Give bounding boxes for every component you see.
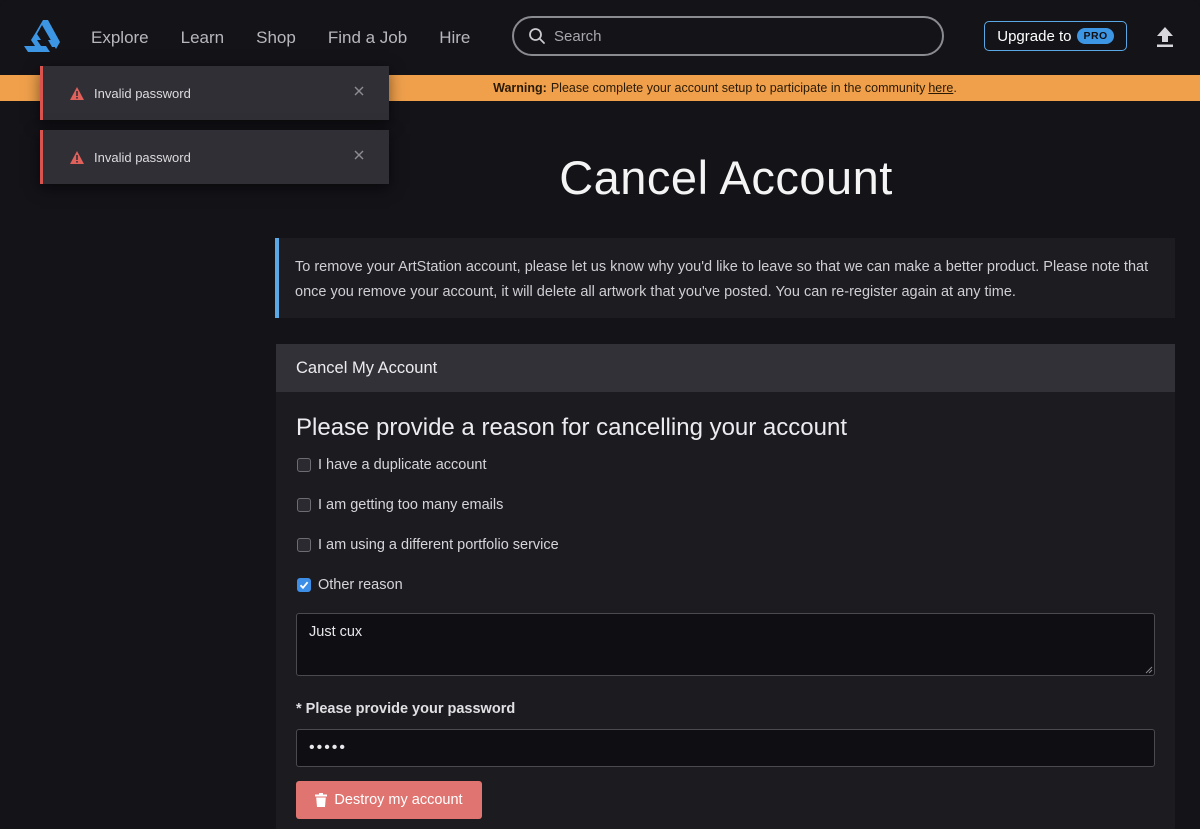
destroy-account-button[interactable]: Destroy my account	[296, 781, 482, 819]
app-frame: Explore Learn Shop Find a Job Hire Upgra…	[0, 0, 1200, 829]
reason-other[interactable]: Other reason	[297, 577, 403, 593]
reason-label: I have a duplicate account	[318, 457, 487, 473]
reason-different-portfolio-service[interactable]: I am using a different portfolio service	[297, 537, 559, 553]
resize-grip-icon[interactable]	[1145, 666, 1153, 674]
cancel-account-panel: Cancel My Account Please provide a reaso…	[276, 344, 1175, 829]
reason-duplicate-account[interactable]: I have a duplicate account	[297, 457, 486, 473]
toast-message: Invalid password	[94, 85, 191, 101]
password-label: * Please provide your password	[296, 701, 516, 717]
upload-icon[interactable]	[1155, 26, 1175, 48]
toast-message: Invalid password	[94, 149, 191, 165]
pro-badge: PRO	[1077, 28, 1114, 44]
password-field[interactable]	[296, 729, 1155, 767]
checkbox[interactable]	[297, 538, 311, 552]
warning-triangle-icon	[70, 150, 84, 164]
warning-triangle-icon	[70, 86, 84, 100]
search-box[interactable]	[512, 16, 944, 56]
other-reason-textarea[interactable]: Just cux	[296, 613, 1155, 676]
search-icon	[529, 28, 545, 44]
checkbox-checked[interactable]	[297, 578, 311, 592]
artstation-logo-icon[interactable]	[24, 20, 60, 52]
search-input[interactable]	[554, 27, 934, 45]
close-icon[interactable]	[353, 85, 365, 97]
nav-find-a-job[interactable]: Find a Job	[328, 28, 407, 48]
checkbox[interactable]	[297, 458, 311, 472]
panel-title: Cancel My Account	[296, 358, 438, 377]
upgrade-label: Upgrade to	[997, 27, 1072, 45]
warning-suffix: .	[953, 81, 957, 95]
top-header: Explore Learn Shop Find a Job Hire Upgra…	[0, 0, 1200, 75]
reason-label: Other reason	[318, 577, 403, 593]
reason-too-many-emails[interactable]: I am getting too many emails	[297, 497, 503, 513]
nav-explore[interactable]: Explore	[91, 28, 149, 48]
trash-icon	[315, 793, 328, 807]
main-nav: Explore Learn Shop Find a Job Hire	[91, 0, 502, 75]
check-icon	[299, 581, 309, 590]
reason-label: I am getting too many emails	[318, 497, 504, 513]
nav-learn[interactable]: Learn	[181, 28, 224, 48]
upgrade-pro-button[interactable]: Upgrade to PRO	[984, 21, 1127, 51]
warning-here-link[interactable]: here	[928, 81, 953, 95]
reason-label: I am using a different portfolio service	[318, 537, 559, 553]
destroy-label: Destroy my account	[334, 792, 463, 808]
toast-invalid-password: Invalid password	[40, 66, 389, 120]
reason-heading: Please provide a reason for cancelling y…	[296, 414, 847, 441]
panel-header: Cancel My Account	[276, 344, 1175, 392]
checkbox[interactable]	[297, 498, 311, 512]
warning-label: Warning:	[493, 81, 547, 95]
page-title: Cancel Account	[559, 151, 893, 204]
info-callout: To remove your ArtStation account, pleas…	[275, 238, 1175, 318]
warning-text: Please complete your account setup to pa…	[550, 81, 926, 95]
nav-shop[interactable]: Shop	[256, 28, 296, 48]
nav-hire[interactable]: Hire	[439, 28, 470, 48]
